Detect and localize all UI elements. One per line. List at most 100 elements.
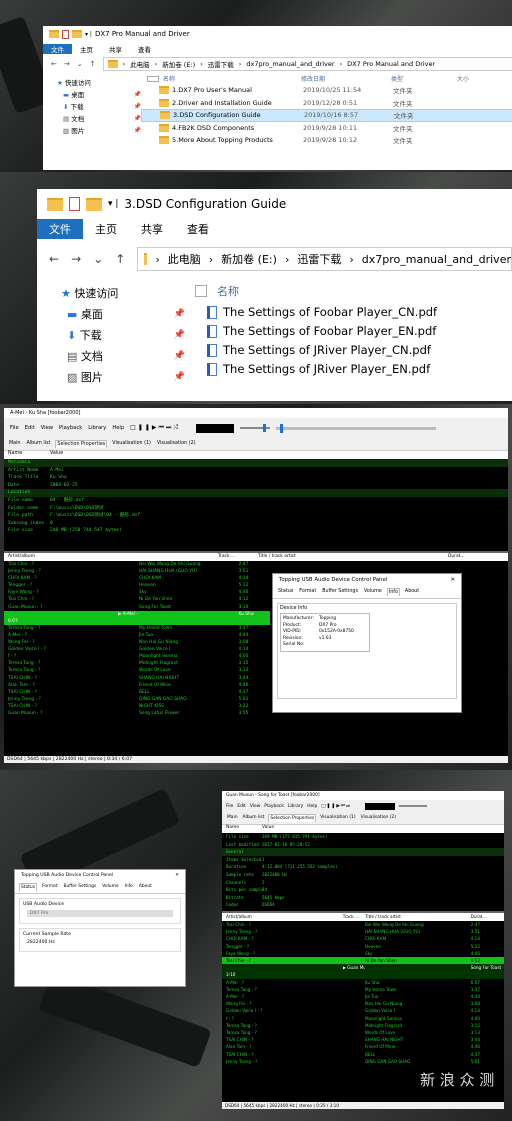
props-row[interactable]: File path F:\music\DSD\DSD测试\04 - 酷砂.dsf xyxy=(4,512,508,520)
recent-dropdown-icon[interactable]: ⌄ xyxy=(93,252,103,266)
playlist-row[interactable]: Tsai Chin - ? Bei Wei Wang De Shi Guang 2:… xyxy=(4,561,270,568)
file-row[interactable]: The Settings of Foobar Player_CN.pdf xyxy=(207,303,512,322)
menu-edit[interactable]: Edit xyxy=(25,425,35,431)
file-row[interactable]: 4.FB2K DSD Components 2019/9/28 10:11 文件夹 xyxy=(141,122,512,135)
tab-info[interactable]: Info xyxy=(386,588,400,596)
playlist-row[interactable]: Jenny Tseng - ? QING GAN GAO SHAO 5:01 xyxy=(222,1058,504,1065)
forward-icon[interactable]: → xyxy=(71,252,81,266)
breadcrumb-item[interactable]: DX7 Pro Manual and Driver xyxy=(347,60,435,68)
playlist-row[interactable]: ▶ Guan Muxun - ? Song For Toast 3:10 xyxy=(222,964,504,979)
props-row[interactable]: Track Title Ku Sha xyxy=(4,474,508,482)
nav-item-downloads[interactable]: ⬇ 下载 📌 xyxy=(61,325,185,346)
playlist-row[interactable]: TSAI CHIN - ? SHANG HAI NIGHT 3:44 xyxy=(222,1036,504,1043)
up-icon[interactable]: ↑ xyxy=(115,252,125,266)
breadcrumb-item[interactable]: 此电脑 xyxy=(130,59,150,69)
props-row[interactable]: Last modified 2017-01-16 05:26:52 xyxy=(222,841,504,849)
file-row[interactable]: 2.Driver and Installation Guide 2019/12/2… xyxy=(141,97,512,110)
playlist-row[interactable]: Teresa Tang - ? Midnight Fragrant 3:15 xyxy=(222,1022,504,1029)
menu-help[interactable]: Help xyxy=(112,425,124,431)
playlist-row[interactable]: Teresa Tang - ? Words Of Love 3:13 xyxy=(4,667,270,674)
close-icon[interactable]: ✕ xyxy=(175,873,179,878)
props-row[interactable]: Sample rate 2822400 Hz xyxy=(222,871,504,879)
menu-file[interactable]: File xyxy=(226,804,233,809)
pl-header-duration[interactable]: Durat... xyxy=(448,553,508,561)
stop-icon[interactable]: □ xyxy=(130,424,138,431)
props-row[interactable]: Bitrate 5645 kbps xyxy=(222,894,504,902)
playlist-row[interactable]: Tengger - ? Heaven 5:12 xyxy=(222,943,504,950)
address-bar[interactable]: › 此电脑 › 新加卷 (E:) › 迅雷下载 › dx7pro_manual_and… xyxy=(137,247,512,271)
playlist-row[interactable]: Teresa Tang - ? Words Of Love 3:13 xyxy=(222,1029,504,1036)
breadcrumb-item[interactable]: dx7pro_manual_and_driver xyxy=(362,253,511,266)
playlist-row[interactable]: Wong Fei - ? Nan Hai Gu Niang 3:08 xyxy=(4,639,270,646)
props-row[interactable]: File size 169 MB (177 815 791 bytes) xyxy=(222,833,504,841)
playlist-row[interactable]: Tsai Chin - ? Ni De Yan Shen 4:12 xyxy=(4,596,270,603)
tab-format[interactable]: Format xyxy=(298,588,317,596)
tab-album-list[interactable]: Album list xyxy=(25,440,51,448)
up-icon[interactable]: ↑ xyxy=(90,60,96,68)
pl-header-duration[interactable]: Durat... xyxy=(471,913,504,921)
playlist-row[interactable]: TSAI CHIN - ? NIGHT KISS 3:22 xyxy=(4,703,270,710)
props-row[interactable]: Duration 4:12.004 (711 255 552 samples) xyxy=(222,863,504,871)
column-header-type[interactable]: 类型 xyxy=(391,74,457,83)
playlist-row[interactable]: A-Mei - ? Jie Tuo 4:44 xyxy=(4,632,270,639)
breadcrumb-item[interactable]: 迅雷下载 xyxy=(208,59,234,69)
menu-playback[interactable]: Playback xyxy=(59,425,82,431)
dropdown-icon[interactable]: ▾ | xyxy=(108,199,118,209)
nav-item-pictures[interactable]: ▨ 图片 📌 xyxy=(57,125,141,137)
props-row[interactable]: Codec DSD64 xyxy=(222,901,504,909)
ribbon-share-tab[interactable]: 共享 xyxy=(129,221,175,237)
props-row[interactable]: Items Selected 1 xyxy=(222,856,504,864)
tab-album-list[interactable]: Album list xyxy=(241,814,265,822)
address-bar[interactable]: › 此电脑 › 新加卷 (E:) › 迅雷下载 › dx7pro_manual_and… xyxy=(102,57,512,71)
props-row[interactable]: Folder name F:\music\DSD\DSD测试 xyxy=(4,505,508,513)
file-row[interactable]: 1.DX7 Pro User's Manual 2019/10/25 11:54 文… xyxy=(141,84,512,97)
playlist-row[interactable]: TSAI CHIN - ? BELL 4:37 xyxy=(222,1051,504,1058)
tab-visualisation-1[interactable]: Visualisation (1) xyxy=(111,440,152,448)
file-row[interactable]: 5.More About Topping Products 2019/9/28 1… xyxy=(141,134,512,147)
random-icon[interactable]: ⤮ xyxy=(173,424,180,431)
playlist-row[interactable]: ▶ A-Mei - ? Ku Sha 6:07 xyxy=(4,610,270,625)
playlist-row[interactable]: Wong Fei - ? Nan Hai Gu Niang 3:08 xyxy=(222,1000,504,1007)
breadcrumb-item[interactable]: 此电脑 xyxy=(168,251,201,267)
tab-visualisation-1[interactable]: Visualisation (1) xyxy=(319,814,356,822)
select-all-checkbox[interactable] xyxy=(195,285,207,297)
seek-bar[interactable] xyxy=(276,423,437,433)
file-row[interactable]: The Settings of JRiver Player_EN.pdf xyxy=(207,360,512,379)
properties-icon[interactable] xyxy=(62,29,69,39)
nav-item-desktop[interactable]: ▬ 桌面 📌 xyxy=(61,304,185,325)
pause-icon[interactable]: ❚❚ xyxy=(327,804,337,809)
playlist-row[interactable]: CHOI KAM - ? CHOI KAM 4:14 xyxy=(222,935,504,942)
playlist-row[interactable]: Golden Voice I - ? Golden Voice I 4:14 xyxy=(222,1007,504,1014)
playlist-row[interactable]: Teresa Tang - ? Midnight Fragrant 3:15 xyxy=(4,660,270,667)
playlist-row[interactable]: TSAI CHIN - ? BELL 4:37 xyxy=(4,689,270,696)
recent-dropdown-icon[interactable]: ⌄ xyxy=(77,60,83,68)
playlist-row[interactable]: A-Mei - ? Jie Tuo 4:44 xyxy=(222,993,504,1000)
tab-visualisation-2[interactable]: Visualisation (2) xyxy=(156,440,197,448)
ribbon-share-tab[interactable]: 共享 xyxy=(101,44,130,54)
breadcrumb-item[interactable]: 迅雷下载 xyxy=(297,251,341,267)
dropdown-icon[interactable]: ▾ | xyxy=(85,31,92,38)
back-icon[interactable]: ← xyxy=(49,252,59,266)
props-row[interactable]: Date 2004-02-25 xyxy=(4,482,508,490)
playlist-row[interactable]: Faye Wong - ? Sky 4:46 xyxy=(222,950,504,957)
pl-header-track[interactable]: Track ... xyxy=(343,913,365,921)
pl-header-artist[interactable]: Artist/album xyxy=(226,913,343,921)
menu-edit[interactable]: Edit xyxy=(237,804,246,809)
tab-volume[interactable]: Volume xyxy=(363,588,383,596)
tab-status[interactable]: Status xyxy=(277,588,294,596)
new-folder-icon[interactable] xyxy=(72,30,82,38)
playlist-row[interactable]: Teresa Tang - ? My Home Town 3:37 xyxy=(4,625,270,632)
column-header-name[interactable]: 名称 xyxy=(217,283,239,299)
ribbon-view-tab[interactable]: 查看 xyxy=(175,221,221,237)
playlist-row[interactable]: Jenny Tseng - ? HAI SHANG HUA (GUO YU) 3:5… xyxy=(4,568,270,575)
playlist-row[interactable]: Jenny Tseng - ? HAI SHANG HUA (GUO YU) 3:5… xyxy=(222,928,504,935)
tab-buffer-settings[interactable]: Buffer Settings xyxy=(62,883,97,891)
nav-item-downloads[interactable]: ⬇ 下载 📌 xyxy=(57,101,141,113)
pl-header-title[interactable]: Title / track artist xyxy=(258,553,448,561)
breadcrumb-item[interactable]: dx7pro_manual_and_driver xyxy=(246,60,334,68)
tab-info[interactable]: Info xyxy=(124,883,134,891)
breadcrumb-item[interactable]: 新加卷 (E:) xyxy=(162,59,195,69)
tab-about[interactable]: About xyxy=(138,883,153,891)
ribbon-home-tab[interactable]: 主页 xyxy=(72,44,101,54)
nav-item-documents[interactable]: ▤ 文档 📌 xyxy=(57,113,141,125)
